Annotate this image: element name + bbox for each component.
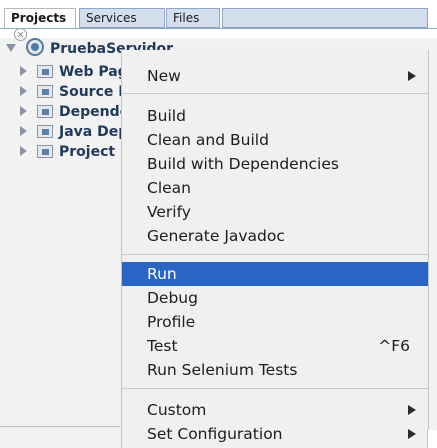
menu-item-run-label: Run [147,265,177,283]
menu-item-build-label: Build [147,107,186,125]
tab-projects[interactable]: Projects [4,8,76,41]
menu-item-set-configuration[interactable]: Set Configuration [122,422,428,446]
menu-separator [122,388,428,389]
menu-item-test-label: Test [147,337,178,355]
menu-item-clean[interactable]: Clean [122,176,428,200]
submenu-arrow-icon [408,405,416,415]
menu-item-verify-label: Verify [147,203,191,221]
menu-item-profile-label: Profile [147,313,196,331]
tree-item-source-packages[interactable]: Source Packages [20,82,130,102]
submenu-arrow-icon [408,71,416,81]
tree-item-label: Web Pages [59,64,130,80]
tab-projects-label: Projects [11,11,67,25]
menu-item-run-selenium-tests-label: Run Selenium Tests [147,361,298,379]
menu-item-debug[interactable]: Debug [122,286,428,310]
menu-item-profile[interactable]: Profile [122,310,428,334]
menu-item-clean-and-build[interactable]: Clean and Build [122,128,428,152]
package-folder-icon [37,85,53,98]
menu-item-test-shortcut: ^F6 [378,337,410,355]
menu-item-verify[interactable]: Verify [122,200,428,224]
tree-item-label: Dependencies [59,104,130,120]
tab-files[interactable]: Files [166,8,220,28]
chevron-right-icon[interactable] [20,66,27,76]
menu-item-generate-javadoc[interactable]: Generate Javadoc [122,224,428,248]
tree-item-web-pages[interactable]: Web Pages [20,62,130,82]
menu-item-clean-and-build-label: Clean and Build [147,131,269,149]
context-menu: New Build Clean and Build Build with Dep… [121,50,429,448]
menu-item-set-configuration-label: Set Configuration [147,425,283,443]
chevron-right-icon[interactable] [20,106,27,116]
tree-item-dependencies[interactable]: Dependencies [20,102,130,122]
tab-divider [0,28,437,29]
chevron-right-icon[interactable] [20,86,27,96]
menu-separator [122,254,428,255]
menu-separator [122,93,428,94]
tree-item-java-dependencies[interactable]: Java Dependencies [20,122,130,142]
menu-item-clean-label: Clean [147,179,191,197]
submenu-arrow-icon [408,429,416,439]
tree-item-label: Source Packages [59,84,130,100]
menu-item-build-with-dependencies[interactable]: Build with Dependencies [122,152,428,176]
tree-item-label: Java Dependencies [59,124,130,140]
editor-edge [427,430,437,448]
package-folder-icon [37,65,53,78]
tree-divider [0,426,120,427]
chevron-down-icon[interactable] [6,44,16,52]
menu-item-debug-label: Debug [147,289,198,307]
tree-item-label: Project Files [59,144,130,160]
menu-item-test[interactable]: Test ^F6 [122,334,428,358]
tab-strip-empty [222,8,428,28]
menu-item-custom[interactable]: Custom [122,398,428,422]
tree-item-project-files[interactable]: Project Files [20,142,130,162]
menu-item-run[interactable]: Run [122,262,428,286]
menu-item-new-label: New [147,67,181,85]
package-folder-icon [37,105,53,118]
package-folder-icon [37,145,53,158]
project-globe-icon [26,38,44,56]
tab-services[interactable]: Services [79,8,165,28]
menu-item-build-with-dependencies-label: Build with Dependencies [147,155,339,173]
tab-services-label: Services [86,11,137,25]
tab-strip: Projects Services Files [0,0,437,41]
menu-item-generate-javadoc-label: Generate Javadoc [147,227,285,245]
package-folder-icon [37,125,53,138]
menu-item-new[interactable]: New [122,64,428,88]
menu-item-run-selenium-tests[interactable]: Run Selenium Tests [122,358,428,382]
menu-item-build[interactable]: Build [122,104,428,128]
menu-item-custom-label: Custom [147,401,207,419]
tab-files-label: Files [173,11,200,25]
chevron-right-icon[interactable] [20,126,27,136]
chevron-right-icon[interactable] [20,146,27,156]
